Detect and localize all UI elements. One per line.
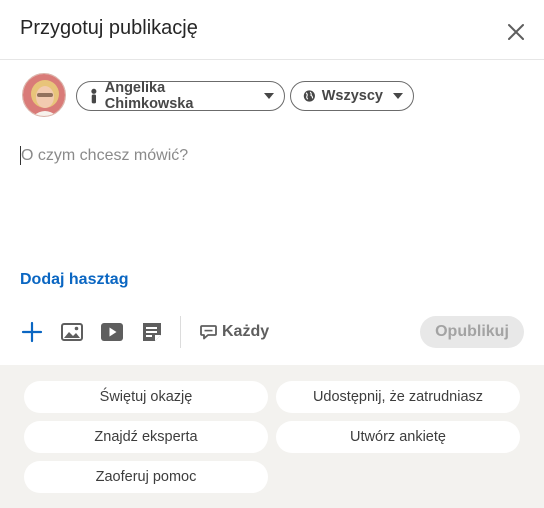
add-video-button[interactable] <box>98 318 126 346</box>
suggestion-chip[interactable]: Udostępnij, że zatrudniasz <box>276 381 520 413</box>
close-icon <box>508 24 524 40</box>
avatar <box>22 73 66 117</box>
chevron-down-icon <box>393 93 403 99</box>
suggestion-chip[interactable]: Utwórz ankietę <box>276 421 520 453</box>
person-icon <box>91 88 97 104</box>
add-hashtag-link[interactable]: Dodaj hasztag <box>20 271 128 289</box>
add-photo-button[interactable] <box>58 318 86 346</box>
plus-icon <box>21 321 43 343</box>
author-name: Angelika Chimkowska <box>104 80 194 112</box>
composer-input[interactable]: O czym chcesz mówić? <box>21 147 188 165</box>
page-title: Przygotuj publikację <box>20 17 198 39</box>
author-selector[interactable]: Angelika Chimkowska <box>76 80 285 112</box>
suggestion-chip[interactable]: Świętuj okazję <box>24 381 268 413</box>
add-content-button[interactable] <box>18 318 46 346</box>
suggestion-chip[interactable]: Zaoferuj pomoc <box>24 461 268 493</box>
image-icon <box>61 323 83 341</box>
toolbar-divider <box>180 316 181 348</box>
close-button[interactable] <box>502 18 530 46</box>
visibility-label: Wszyscy <box>321 88 383 104</box>
suggestions-panel: Świętuj okazję Udostępnij, że zatrudnias… <box>0 365 544 508</box>
suggestion-chip[interactable]: Znajdź eksperta <box>24 421 268 453</box>
visibility-selector[interactable]: Wszyscy <box>290 81 414 111</box>
chevron-down-icon <box>264 93 274 99</box>
modal-header: Przygotuj publikację <box>0 0 544 60</box>
video-icon <box>101 323 123 341</box>
comment-icon <box>200 325 217 340</box>
comment-settings-button[interactable]: Każdy <box>200 321 269 343</box>
avatar-photo <box>23 74 65 116</box>
document-icon <box>143 323 161 341</box>
comment-settings-label: Każdy <box>222 323 270 340</box>
globe-icon <box>303 90 315 102</box>
add-document-button[interactable] <box>138 318 166 346</box>
publish-button[interactable]: Opublikuj <box>420 316 524 348</box>
